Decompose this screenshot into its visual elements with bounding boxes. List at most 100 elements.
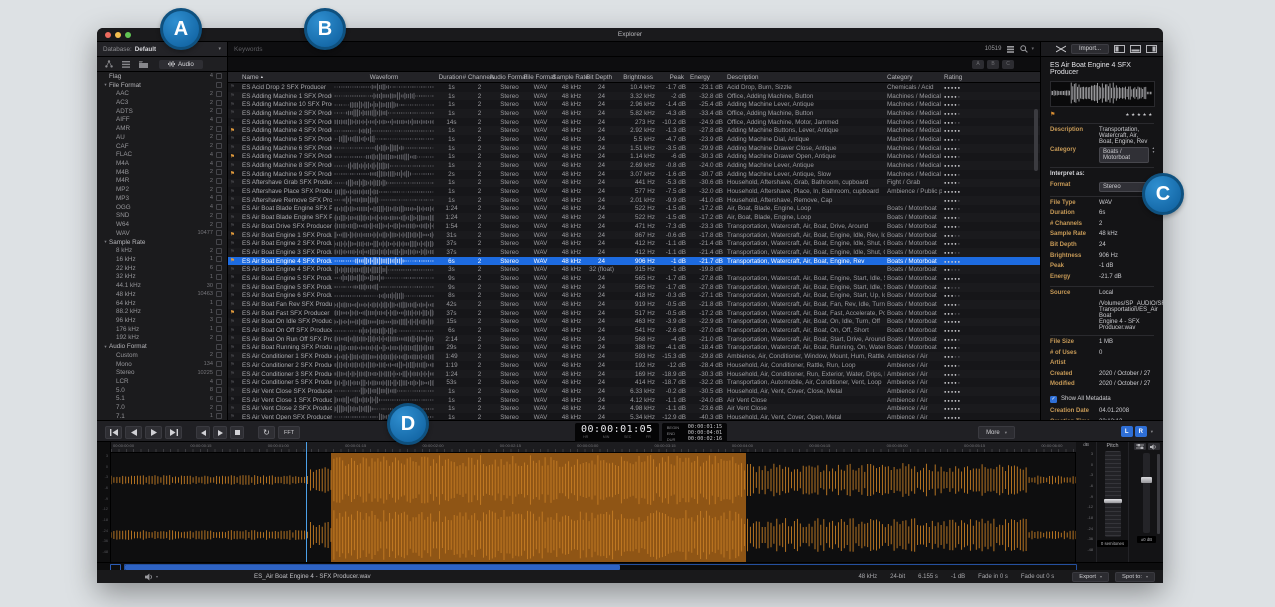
speaker-icon[interactable] (1148, 443, 1160, 450)
view-preset-button[interactable]: C (1002, 60, 1014, 69)
cell-rating[interactable]: ●●●●● (942, 284, 1012, 291)
column-header[interactable]: Brightness (621, 74, 657, 81)
filter-tree-row[interactable]: MP3 4 (97, 194, 227, 203)
cell-rating[interactable]: ●●●●● (942, 310, 1012, 317)
filter-tree-row[interactable]: Stereo 10225 (97, 368, 227, 377)
cell-rating[interactable]: ●●●●● (942, 318, 1012, 325)
flag-icon[interactable]: ⚑ (228, 93, 240, 99)
filter-tree-row[interactable]: AAC 2 (97, 89, 227, 98)
filter-tree-row[interactable]: ▾ File Format (97, 81, 227, 90)
cell-rating[interactable]: ●●●●● (942, 388, 1012, 395)
table-row[interactable]: ⚑ ES Air Boat Engine 5 SFX Producer 9s 2… (228, 274, 1040, 283)
view-preset-button[interactable]: B (987, 60, 999, 69)
field-value[interactable]: Boats / Motorboat (1099, 147, 1149, 163)
cell-rating[interactable]: ●●●●● (942, 344, 1012, 351)
flag-icon[interactable]: ⚑ (228, 84, 240, 90)
table-row[interactable]: ⚑ ES Adding Machine 7 SFX Producer 1s 2 … (228, 153, 1040, 162)
table-row[interactable]: ⚑ ES Adding Machine 9 SFX Producer 2s 2 … (228, 170, 1040, 179)
table-row[interactable]: ⚑ ES Adding Machine 3 SFX Producer 14s 2… (228, 118, 1040, 127)
filter-tree-row[interactable]: AU 2 (97, 133, 227, 142)
disclosure-chevron-icon[interactable]: ▾ (102, 239, 109, 245)
flag-icon[interactable]: ⚑ (228, 102, 240, 108)
table-row[interactable]: ⚑ ES Air Boat Engine 2 SFX Producer 37s … (228, 239, 1040, 248)
filter-tree-row[interactable]: Mono 134 (97, 360, 227, 369)
filter-tree-row[interactable]: LCR 4 (97, 377, 227, 386)
flag-icon[interactable]: ⚑ (228, 362, 240, 368)
table-row[interactable]: ⚑ ES Air Vent Close 1 SFX Producer 1s 2 … (228, 396, 1040, 405)
cell-rating[interactable]: ●●●●● (942, 101, 1012, 108)
fader-icon[interactable] (1134, 443, 1146, 450)
filter-checkbox[interactable] (216, 82, 222, 88)
flag-icon[interactable]: ⚑ (228, 406, 240, 412)
pitch-slider-handle[interactable] (1104, 499, 1122, 503)
cell-rating[interactable]: ●●●●● (942, 336, 1012, 343)
search-icon[interactable] (1020, 45, 1028, 53)
field-value[interactable]: -1 dB (1099, 263, 1151, 269)
filter-tree-row[interactable]: ADTS 2 (97, 107, 227, 116)
cell-rating[interactable]: ●●●●● (942, 214, 1012, 221)
flag-icon[interactable]: ⚑ (228, 163, 240, 169)
cell-rating[interactable]: ●●●●● (942, 240, 1012, 247)
cell-rating[interactable]: ●●●●● (942, 327, 1012, 334)
cell-rating[interactable]: ●●●●● (942, 362, 1012, 369)
flag-icon[interactable]: ⚑ (228, 223, 240, 229)
filter-checkbox[interactable] (216, 309, 222, 315)
table-row[interactable]: ⚑ ES Acid Drop 2 SFX Producer 1s 2 Stere… (228, 83, 1040, 92)
field-value[interactable]: Local (1099, 290, 1151, 296)
filter-checkbox[interactable] (216, 204, 222, 210)
cell-rating[interactable]: ●●●●● (942, 371, 1012, 378)
list-view-icon[interactable] (122, 61, 130, 68)
field-value[interactable]: 2 (1099, 221, 1151, 227)
stepper-icon[interactable]: ▴▾ (1152, 147, 1154, 154)
skip-end-button[interactable] (165, 426, 182, 439)
cell-rating[interactable]: ●●●●● (942, 145, 1012, 152)
filter-tree-row[interactable]: WAV 10477 (97, 229, 227, 238)
filter-checkbox[interactable] (216, 230, 222, 236)
more-button[interactable]: More ▾ (978, 426, 1015, 439)
flag-icon[interactable]: ⚑ (228, 354, 240, 360)
flag-icon[interactable]: ⚑ (228, 397, 240, 403)
fft-button[interactable]: FFT (278, 426, 300, 439)
column-header[interactable]: Name ▴ (240, 74, 332, 81)
flag-icon[interactable]: ⚑ (228, 206, 240, 212)
flag-icon[interactable]: ⚑ (228, 128, 240, 134)
table-row[interactable]: ⚑ ES Air Boat Drive SFX Producer 1:54 2 … (228, 222, 1040, 231)
flag-icon[interactable]: ⚑ (228, 336, 240, 342)
cell-rating[interactable]: ●●●●● (942, 197, 1012, 204)
cell-rating[interactable]: ●●●●● (942, 275, 1012, 282)
flag-icon[interactable]: ⚑ (228, 284, 240, 290)
flag-icon[interactable]: ⚑ (1050, 111, 1055, 118)
filter-tree-row[interactable]: Custom 2 (97, 351, 227, 360)
import-button[interactable]: Import... (1071, 44, 1109, 54)
filter-tree-row[interactable]: M4B 2 (97, 168, 227, 177)
table-row[interactable]: ⚑ ES Adding Machine 8 SFX Producer 1s 2 … (228, 161, 1040, 170)
filter-tree-row[interactable]: M4A 4 (97, 159, 227, 168)
cell-rating[interactable]: ●●●●● (942, 353, 1012, 360)
vertical-zoom-slider[interactable] (1157, 454, 1160, 534)
flag-icon[interactable]: ⚑ (228, 371, 240, 377)
filter-tree-row[interactable]: AC3 2 (97, 98, 227, 107)
cell-rating[interactable]: ●●●●● (942, 162, 1012, 169)
filter-checkbox[interactable] (216, 73, 222, 79)
flag-icon[interactable]: ⚑ (228, 258, 240, 264)
filter-tree-row[interactable]: 32 kHz 1 (97, 273, 227, 282)
table-row[interactable]: ⚑ ES Air Boat Engine 5 SFX Producer 9s 2… (228, 283, 1040, 292)
filter-checkbox[interactable] (216, 387, 222, 393)
filter-tree-row[interactable]: SND 2 (97, 212, 227, 221)
filter-checkbox[interactable] (216, 143, 222, 149)
disclosure-chevron-icon[interactable]: ▾ (102, 344, 109, 350)
field-value[interactable]: Transportation, Watercraft, Air, Boat, E… (1099, 127, 1151, 145)
filter-tree-row[interactable]: Flag 4 (97, 72, 227, 81)
cell-rating[interactable]: ●●●●● (942, 93, 1012, 100)
filter-checkbox[interactable] (216, 117, 222, 123)
filter-checkbox[interactable] (216, 178, 222, 184)
cell-rating[interactable]: ●●●●● (942, 397, 1012, 404)
table-row[interactable]: ⚑ ES Air Boat Running SFX Producer 29s 2… (228, 344, 1040, 353)
table-row[interactable]: ⚑ ES Air Conditioner 3 SFX Producer 1:24… (228, 370, 1040, 379)
filter-tree-row[interactable]: 22 kHz 6 (97, 264, 227, 273)
output-device-selector[interactable]: ▾ (145, 573, 158, 581)
flag-icon[interactable]: ⚑ (228, 189, 240, 195)
field-value[interactable]: 0 (1099, 350, 1151, 356)
table-row[interactable]: ⚑ ES Air Boat Engine 4 SFX Producer 6s 2… (228, 257, 1040, 266)
flag-icon[interactable]: ⚑ (228, 215, 240, 221)
